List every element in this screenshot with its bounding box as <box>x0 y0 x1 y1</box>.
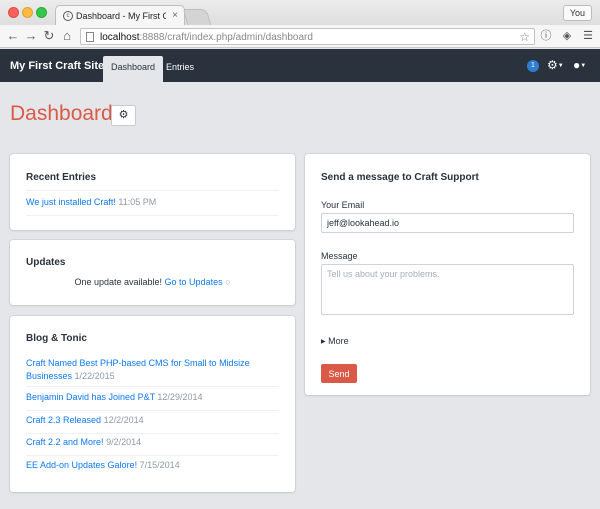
spinner-icon: ○ <box>225 277 231 287</box>
page-icon <box>86 32 94 42</box>
blog-post-link[interactable]: Benjamin David has Joined P&T <box>26 392 155 402</box>
email-field[interactable] <box>321 213 574 233</box>
settings-gear-icon[interactable]: ⚙▼ <box>547 58 564 72</box>
window-close-button[interactable] <box>8 7 19 18</box>
go-to-updates-link[interactable]: Go to Updates <box>165 277 223 287</box>
blog-post-link[interactable]: Craft Named Best PHP-based CMS for Small… <box>26 358 250 381</box>
dashboard-settings-button[interactable]: ⚙ <box>111 105 136 126</box>
recent-entries-widget: Recent Entries We just installed Craft! … <box>10 154 295 230</box>
message-label: Message <box>321 251 358 261</box>
updates-message-row: One update available! Go to Updates ○ <box>10 277 295 287</box>
blog-feed-title: Blog & Tonic <box>26 333 87 344</box>
address-bar-url: localhost:8888/craft/index.php/admin/das… <box>100 32 313 43</box>
list-item: Craft 2.3 Released 12/2/2014 <box>26 414 279 434</box>
cp-header: My First Craft Site Dashboard Entries 1 … <box>0 49 600 82</box>
nav-tab-dashboard[interactable]: Dashboard <box>103 56 164 82</box>
blog-post-link[interactable]: Craft 2.2 and More! <box>26 437 104 447</box>
entry-link[interactable]: We just installed Craft! <box>26 197 116 207</box>
craft-favicon-icon: c <box>63 11 73 21</box>
list-item: Craft 2.2 and More! 9/2/2014 <box>26 436 279 456</box>
message-field[interactable] <box>321 264 574 315</box>
browser-titlebar: c Dashboard - My First Craft × You <box>0 0 600 26</box>
blog-post-date: 12/29/2014 <box>157 392 203 402</box>
send-button[interactable]: Send <box>321 364 357 383</box>
updates-widget: Updates One update available! Go to Upda… <box>10 240 295 305</box>
notification-badge[interactable]: 1 <box>527 60 539 72</box>
browser-tab[interactable]: c Dashboard - My First Craft × <box>55 5 185 26</box>
blog-post-link[interactable]: EE Add-on Updates Galore! <box>26 460 137 470</box>
reload-icon[interactable]: ↻ <box>41 28 57 44</box>
blog-feed-widget: Blog & Tonic Craft Named Best PHP-based … <box>10 316 295 492</box>
list-item: Craft Named Best PHP-based CMS for Small… <box>26 357 279 387</box>
window-minimize-button[interactable] <box>22 7 33 18</box>
address-bar[interactable]: localhost:8888/craft/index.php/admin/das… <box>80 28 535 45</box>
recent-entries-title: Recent Entries <box>26 172 97 183</box>
support-title: Send a message to Craft Support <box>321 172 479 183</box>
forward-arrow-icon[interactable]: → <box>23 28 39 44</box>
nav-tab-entries[interactable]: Entries <box>158 56 202 82</box>
site-name[interactable]: My First Craft Site <box>10 60 104 72</box>
pocket-icon[interactable]: ◈ <box>560 29 574 43</box>
caret-right-icon: ▶ <box>321 339 326 346</box>
gear-icon: ⚙ <box>118 109 129 121</box>
menu-icon[interactable]: ☰ <box>581 29 595 43</box>
home-icon[interactable]: ⌂ <box>59 28 75 44</box>
page-title: Dashboard <box>10 102 113 125</box>
list-item: Benjamin David has Joined P&T 12/29/2014 <box>26 391 279 411</box>
browser-tab-title: Dashboard - My First Craft <box>76 11 166 21</box>
bookmark-star-icon[interactable]: ☆ <box>519 30 530 44</box>
window-zoom-button[interactable] <box>36 7 47 18</box>
tab-close-icon[interactable]: × <box>172 10 178 21</box>
updates-message: One update available! <box>74 277 163 287</box>
new-tab-button[interactable] <box>182 9 212 25</box>
entry-time: 11:05 PM <box>118 197 157 207</box>
list-item: EE Add-on Updates Galore! 7/15/2014 <box>26 459 279 479</box>
craft-support-widget: Send a message to Craft Support Your Ema… <box>305 154 590 395</box>
updates-title: Updates <box>26 257 66 268</box>
info-icon[interactable]: ⓘ <box>539 29 553 43</box>
blog-post-date: 12/2/2014 <box>103 415 144 425</box>
blog-post-date: 7/15/2014 <box>139 460 180 470</box>
back-arrow-icon[interactable]: ← <box>5 28 21 44</box>
browser-toolbar: ← → ↻ ⌂ localhost:8888/craft/index.php/a… <box>0 25 600 48</box>
blog-post-date: 1/22/2015 <box>74 371 115 381</box>
list-item: We just installed Craft! 11:05 PM <box>26 196 279 216</box>
profile-button[interactable]: You <box>562 5 592 21</box>
blog-post-date: 9/2/2014 <box>106 437 142 447</box>
user-account-icon[interactable]: ●▼ <box>573 58 586 72</box>
more-toggle[interactable]: ▶ More <box>321 336 349 346</box>
email-label: Your Email <box>321 200 365 210</box>
blog-post-link[interactable]: Craft 2.3 Released <box>26 415 101 425</box>
